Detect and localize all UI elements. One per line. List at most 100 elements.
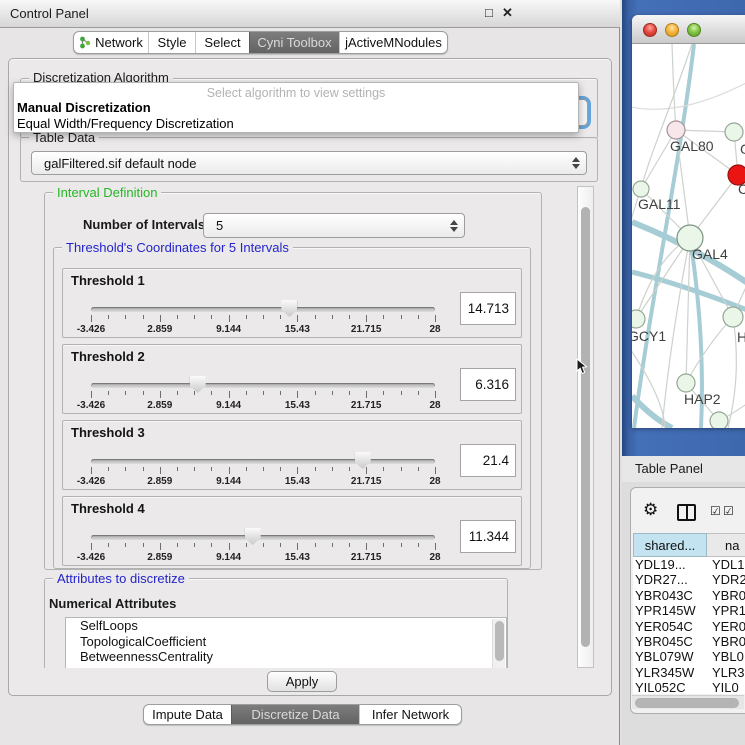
node-label: GAL80 bbox=[670, 138, 714, 154]
cell-shared-name[interactable]: YLR345W bbox=[633, 665, 707, 680]
tab-cyni-toolbox[interactable]: Cyni Toolbox bbox=[249, 32, 339, 53]
tab-infer-network[interactable]: Infer Network bbox=[359, 705, 461, 724]
threshold-value-field[interactable]: 11.344 bbox=[460, 520, 516, 553]
cell-name[interactable]: YBR0 bbox=[707, 634, 745, 649]
tick-label: 21.715 bbox=[344, 552, 388, 563]
checkbox-icon[interactable]: ☑ bbox=[723, 504, 734, 518]
top-node[interactable] bbox=[725, 123, 743, 141]
popup-item-equal-width-frequency[interactable]: Equal Width/Frequency Discretization bbox=[17, 116, 234, 131]
bottom-node[interactable] bbox=[710, 412, 728, 428]
tab-select[interactable]: Select bbox=[195, 32, 249, 53]
threshold-value-field[interactable]: 21.4 bbox=[460, 444, 516, 477]
popup-item-manual-discretization[interactable]: Manual Discretization bbox=[17, 100, 151, 115]
right-node[interactable] bbox=[723, 307, 743, 327]
threshold-value-field[interactable]: 6.316 bbox=[460, 368, 516, 401]
hap2-node[interactable] bbox=[677, 374, 695, 392]
apply-button[interactable]: Apply bbox=[267, 671, 337, 692]
panel-scrollbar[interactable] bbox=[577, 186, 594, 668]
slider-tick bbox=[435, 543, 436, 550]
slider-tick bbox=[315, 315, 316, 319]
tab-discretize-data[interactable]: Discretize Data bbox=[231, 705, 359, 724]
combo-value: 5 bbox=[216, 218, 223, 233]
slider-tick bbox=[91, 467, 92, 474]
slider-track[interactable] bbox=[91, 459, 435, 464]
checkbox-icon[interactable]: ☑ bbox=[710, 504, 721, 518]
table-row[interactable]: YLR345WYLR3 bbox=[633, 665, 745, 680]
cell-shared-name[interactable]: YDR27... bbox=[633, 572, 707, 587]
gear-icon[interactable]: ⚙ bbox=[643, 501, 658, 518]
table-row[interactable]: YIL052CYIL0 bbox=[633, 680, 745, 694]
cell-name[interactable]: YPR1 bbox=[707, 603, 745, 618]
slider-tick bbox=[194, 543, 195, 547]
cell-name[interactable]: YBR0 bbox=[707, 588, 745, 603]
float-window-icon[interactable]: □ bbox=[485, 5, 493, 20]
slider-tick bbox=[280, 391, 281, 395]
network-canvas[interactable]: GAL80GCGAL11GAL4GCY1HHAP2 bbox=[632, 44, 745, 428]
column-header-name[interactable]: na bbox=[707, 533, 745, 557]
table-row[interactable]: YER054CYER0 bbox=[633, 619, 745, 634]
threshold-label: Threshold 3 bbox=[71, 425, 145, 440]
cell-shared-name[interactable]: YER054C bbox=[633, 619, 707, 634]
slider-tick bbox=[160, 467, 161, 474]
table-row[interactable]: YPR145WYPR1 bbox=[633, 603, 745, 618]
threshold-value-field[interactable]: 14.713 bbox=[460, 292, 516, 325]
slider-tick bbox=[366, 315, 367, 322]
list-item[interactable]: SelfLoops bbox=[66, 618, 506, 634]
table-row[interactable]: YBL079WYBL0 bbox=[633, 649, 745, 664]
slider-tick bbox=[435, 315, 436, 322]
table-row[interactable]: YBR043CYBR0 bbox=[633, 588, 745, 603]
cell-name[interactable]: YBL0 bbox=[707, 649, 745, 664]
list-item[interactable]: TopologicalCoefficient bbox=[66, 634, 506, 650]
table-row[interactable]: YDR27...YDR2 bbox=[633, 572, 745, 587]
slider-tick bbox=[194, 391, 195, 395]
number-of-intervals-combobox[interactable]: 5 bbox=[203, 213, 465, 238]
cell-shared-name[interactable]: YBL079W bbox=[633, 649, 707, 664]
gal80-node[interactable] bbox=[667, 121, 685, 139]
gcy1-node[interactable] bbox=[632, 310, 645, 328]
zoom-traffic-light-icon[interactable] bbox=[687, 23, 701, 37]
slider-tick bbox=[246, 391, 247, 395]
slider-tick bbox=[401, 315, 402, 319]
cell-shared-name[interactable]: YBR043C bbox=[633, 588, 707, 603]
cell-name[interactable]: YER0 bbox=[707, 619, 745, 634]
slider-track[interactable] bbox=[91, 535, 435, 540]
tab-label: Impute Data bbox=[152, 707, 223, 722]
tab-jactivemnodules[interactable]: jActiveMNodules bbox=[339, 32, 447, 53]
slider-tick bbox=[297, 391, 298, 398]
column-header-shared[interactable]: shared... bbox=[633, 533, 707, 557]
node-label: G bbox=[740, 141, 745, 157]
slider-tick bbox=[160, 543, 161, 550]
list-scrollbar[interactable] bbox=[492, 619, 505, 668]
cell-shared-name[interactable]: YIL052C bbox=[633, 680, 707, 694]
cell-name[interactable]: YDR2 bbox=[707, 572, 745, 587]
minimize-traffic-light-icon[interactable] bbox=[665, 23, 679, 37]
slider-tick bbox=[177, 315, 178, 319]
table-row[interactable]: YBR045CYBR0 bbox=[633, 634, 745, 649]
slider-tick bbox=[366, 391, 367, 398]
cell-shared-name[interactable]: YBR045C bbox=[633, 634, 707, 649]
cell-name[interactable]: YIL0 bbox=[707, 680, 745, 694]
table-data-combobox[interactable]: galFiltered.sif default node bbox=[31, 151, 587, 175]
table-row[interactable]: YDL19...YDL1 bbox=[633, 557, 745, 572]
slider-tick bbox=[143, 391, 144, 395]
cell-name[interactable]: YLR3 bbox=[707, 665, 745, 680]
gal11-node[interactable] bbox=[633, 181, 649, 197]
tab-network[interactable]: Network bbox=[74, 32, 148, 53]
slider-tick bbox=[91, 315, 92, 322]
column-layout-icon[interactable] bbox=[677, 504, 696, 521]
cell-shared-name[interactable]: YPR145W bbox=[633, 603, 707, 618]
table-horizontal-scrollbar[interactable] bbox=[632, 695, 744, 709]
tab-style[interactable]: Style bbox=[148, 32, 195, 53]
scrollbar-thumb[interactable] bbox=[635, 698, 739, 708]
cell-name[interactable]: YDL1 bbox=[707, 557, 745, 572]
cell-shared-name[interactable]: YDL19... bbox=[633, 557, 707, 572]
slider-track[interactable] bbox=[91, 383, 435, 388]
tab-impute-data[interactable]: Impute Data bbox=[144, 705, 231, 724]
list-item[interactable]: BetweennessCentrality bbox=[66, 649, 506, 665]
close-icon[interactable]: ✕ bbox=[502, 5, 513, 21]
close-traffic-light-icon[interactable] bbox=[643, 23, 657, 37]
scrollbar-thumb[interactable] bbox=[581, 207, 590, 647]
slider-tick bbox=[91, 543, 92, 550]
bottom-tab-bar: Impute Data Discretize Data Infer Networ… bbox=[143, 704, 462, 725]
slider-track[interactable] bbox=[91, 307, 435, 312]
